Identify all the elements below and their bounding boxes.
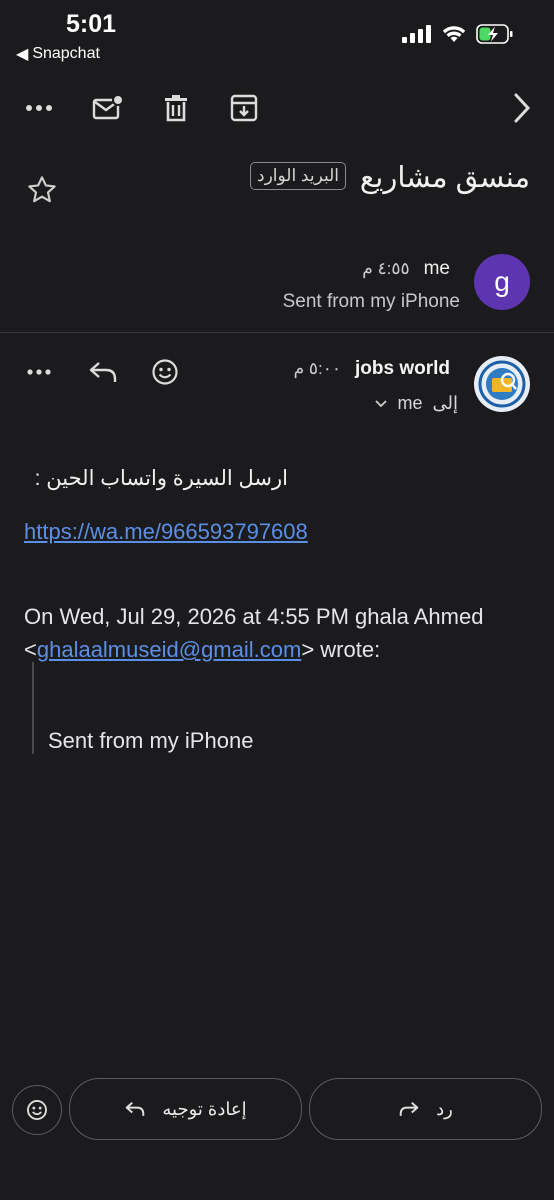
- reply-label: رد: [436, 1098, 453, 1119]
- jobs-world-logo-icon: [475, 357, 529, 411]
- emoji-reaction-button[interactable]: [12, 1085, 62, 1135]
- cellular-signal-icon: [402, 25, 431, 43]
- message2-header[interactable]: ٥:٠٠ م jobs world: [294, 358, 450, 380]
- wifi-icon: [442, 26, 466, 42]
- divider: [0, 332, 554, 333]
- quoted-text: Sent from my iPhone: [48, 728, 254, 753]
- mark-unread-icon[interactable]: [90, 90, 126, 126]
- thread-subject: منسق مشاريع: [359, 162, 530, 194]
- battery-charging-icon: [476, 24, 513, 44]
- recipient-prefix: إلى: [432, 393, 459, 413]
- quote-bar: [32, 662, 34, 754]
- recipient-value: me: [397, 393, 423, 413]
- reply-icon[interactable]: [86, 355, 120, 389]
- message-more-icon[interactable]: [22, 355, 56, 389]
- chevron-down-icon: [375, 399, 388, 407]
- star-icon[interactable]: [26, 174, 58, 211]
- message1-snippet[interactable]: Sent from my iPhone: [283, 291, 460, 313]
- message1-header[interactable]: ٤:٥٥ م me: [362, 258, 450, 280]
- whatsapp-link[interactable]: https://wa.me/966593797608: [24, 519, 308, 545]
- reply-button[interactable]: رد: [309, 1078, 542, 1140]
- message-body-text: ارسل السيرة واتساب الحين :: [34, 467, 288, 490]
- back-triangle-icon: ◀: [16, 46, 29, 63]
- forward-label: إعادة توجيه: [162, 1098, 247, 1119]
- back-to-app[interactable]: ◀ Snapchat: [16, 44, 100, 64]
- message2-time: ٥:٠٠ م: [293, 359, 341, 378]
- recipients-toggle[interactable]: me إلى: [375, 393, 458, 414]
- inbox-label-chip[interactable]: البريد الوارد: [250, 162, 346, 190]
- message1-time: ٤:٥٥ م: [362, 259, 410, 278]
- next-message-chevron-icon[interactable]: [504, 90, 540, 126]
- message2-sender: jobs world: [355, 358, 450, 379]
- quote-attribution: On Wed, Jul 29, 2026 at 4:55 PM ghala Ah…: [24, 600, 534, 666]
- avatar[interactable]: g: [474, 254, 530, 310]
- reply-arrow-icon: [126, 1102, 145, 1116]
- status-icons: [402, 24, 514, 44]
- more-options-icon[interactable]: [21, 90, 57, 126]
- sender-avatar[interactable]: [474, 356, 530, 412]
- smiley-icon: [27, 1100, 47, 1120]
- quoted-email-link[interactable]: ghalaalmuseid@gmail.com: [37, 637, 301, 662]
- forward-button[interactable]: إعادة توجيه: [69, 1078, 302, 1140]
- quote-suffix: > wrote:: [301, 637, 381, 662]
- status-time: 5:01: [66, 10, 117, 38]
- message1-sender: me: [423, 258, 450, 279]
- forward-arrow-icon: [399, 1102, 419, 1116]
- delete-icon[interactable]: [158, 90, 194, 126]
- archive-icon[interactable]: [226, 90, 262, 126]
- back-app-label: Snapchat: [32, 45, 100, 62]
- add-reaction-icon[interactable]: [148, 355, 182, 389]
